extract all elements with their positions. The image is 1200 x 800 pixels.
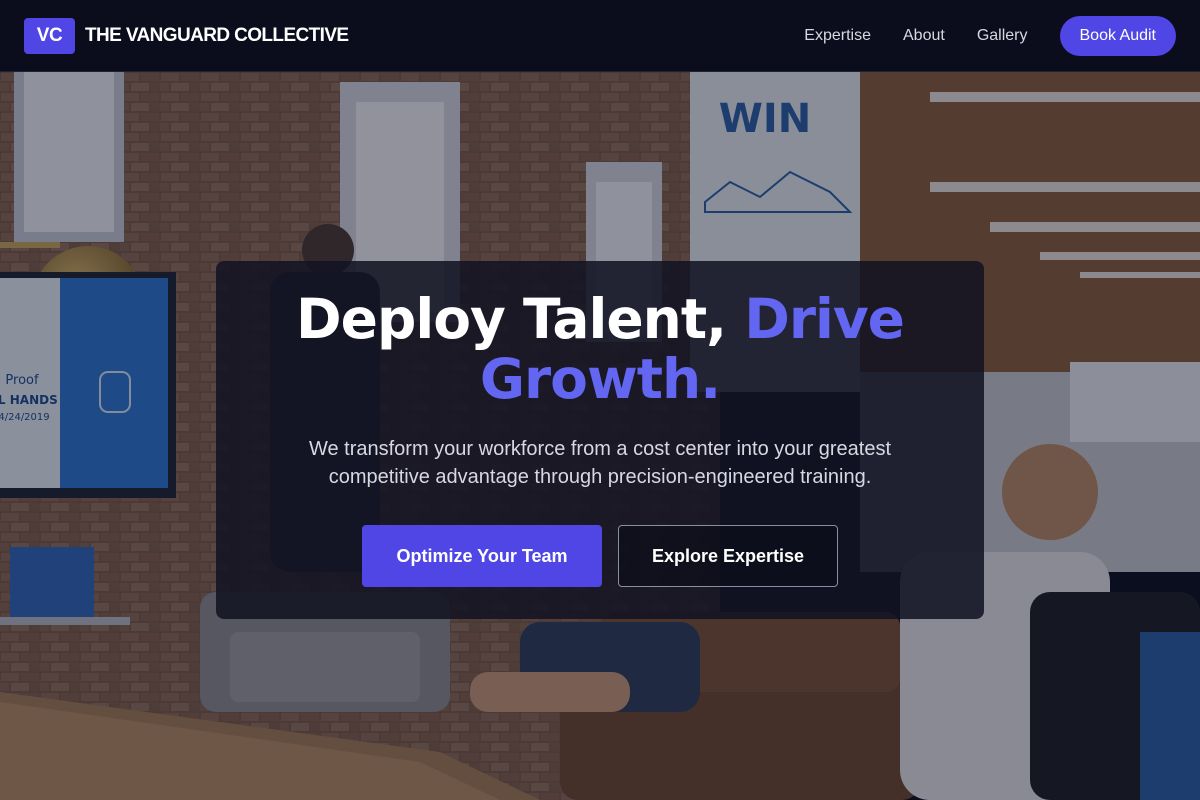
nav-link-gallery[interactable]: Gallery [977,27,1028,45]
nav-link-expertise[interactable]: Expertise [804,27,871,45]
book-audit-button[interactable]: Book Audit [1059,15,1176,56]
hero-section: WIN Proof LL HANDS 4/24/2019 [0,72,1200,800]
hero-subtitle: We transform your workforce from a cost … [308,438,892,488]
nav-link-about[interactable]: About [903,27,945,45]
headline-accent-1: Drive [744,287,905,351]
brand-name: THE VANGUARD COLLECTIVE [85,24,349,46]
headline-accent-2: Growth. [479,347,721,411]
top-navigation-bar: VC THE VANGUARD COLLECTIVE Expertise Abo… [0,0,1200,72]
logo-badge: VC [24,17,75,54]
brand[interactable]: VC THE VANGUARD COLLECTIVE [24,17,349,54]
hero-card: Deploy Talent, Drive Growth. We transfor… [216,261,984,619]
optimize-team-button[interactable]: Optimize Your Team [362,525,602,587]
headline-part-1: Deploy Talent, [296,287,727,351]
hero-headline: Deploy Talent, Drive Growth. [216,289,984,409]
nav-links: Expertise About Gallery Book Audit [804,15,1176,56]
explore-expertise-button[interactable]: Explore Expertise [618,525,838,587]
